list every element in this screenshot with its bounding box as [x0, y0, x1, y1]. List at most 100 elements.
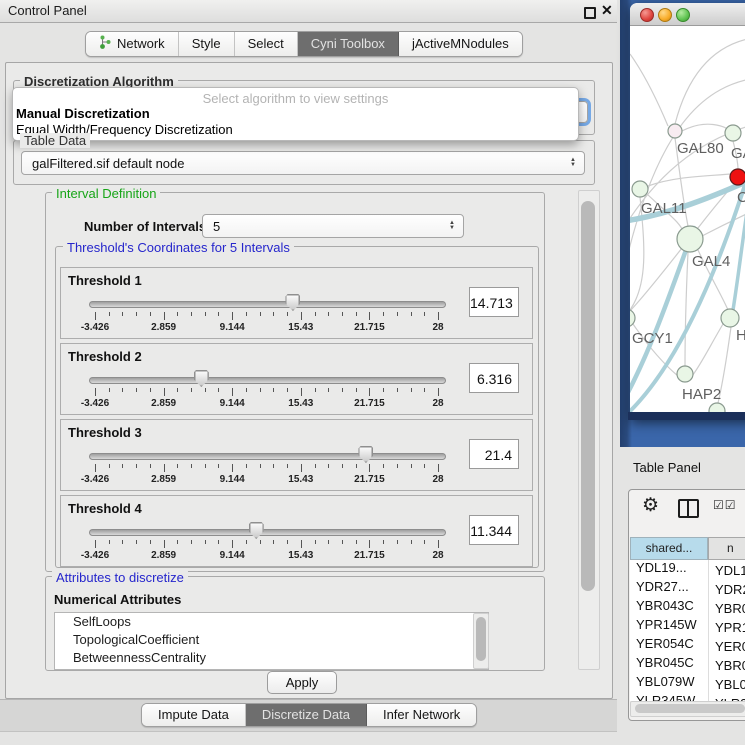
- tick-label: 21.715: [341, 550, 397, 561]
- table-row[interactable]: YLR345WYLR3: [630, 693, 745, 701]
- tab-label: Style: [192, 36, 221, 51]
- tick-label: 28: [410, 322, 466, 333]
- tick-label: 9.144: [204, 474, 260, 485]
- network-window-titlebar: [630, 3, 745, 26]
- node-label-gal80: GAL80: [677, 140, 724, 157]
- slider-thumb[interactable]: [285, 294, 300, 311]
- panel-scrollbar-thumb[interactable]: [581, 201, 595, 591]
- table-row[interactable]: YER054CYER0: [630, 636, 745, 655]
- dropdown-option-manual-discretization[interactable]: Manual Discretization: [16, 106, 150, 121]
- panel-scrollbar-track[interactable]: [578, 190, 600, 670]
- slider-track[interactable]: [89, 529, 446, 536]
- threshold-value-field[interactable]: 6.316: [469, 363, 519, 393]
- slider-track[interactable]: [89, 377, 446, 384]
- interval-definition-title: Interval Definition: [52, 186, 160, 201]
- tick-label: 21.715: [341, 474, 397, 485]
- table-panel-title: Table Panel: [633, 460, 701, 475]
- network-node[interactable]: [709, 403, 725, 412]
- threshold-value-field[interactable]: 11.344: [469, 515, 519, 545]
- tab-impute-data[interactable]: Impute Data: [142, 704, 246, 726]
- tab-label: Cyni Toolbox: [311, 36, 385, 51]
- cell-name: YBL0: [710, 677, 745, 692]
- table-rows: YDL19...YDL1YDR27...YDR2YBR043CYBR0YPR14…: [630, 560, 745, 701]
- table-data-combobox[interactable]: galFiltered.sif default node ▲▼: [21, 151, 585, 175]
- table-data-value: galFiltered.sif default node: [32, 156, 184, 171]
- threshold-value-field[interactable]: 21.4: [469, 439, 519, 469]
- node-label-c: C: [737, 189, 745, 206]
- list-item-betweennesscentrality[interactable]: BetweennessCentrality: [55, 649, 488, 667]
- network-node[interactable]: [677, 226, 703, 252]
- network-node[interactable]: [721, 309, 739, 327]
- list-scrollbar-thumb[interactable]: [476, 617, 486, 661]
- slider-thumb[interactable]: [249, 522, 264, 539]
- table-row[interactable]: YDL19...YDL1: [630, 560, 745, 579]
- column-header-shared-name[interactable]: shared...: [630, 537, 708, 560]
- network-node[interactable]: [632, 181, 648, 197]
- close-traffic-light-icon[interactable]: [640, 8, 654, 22]
- table-hscrollbar-track[interactable]: [630, 701, 745, 717]
- float-window-icon[interactable]: [584, 7, 596, 19]
- numerical-attributes-list[interactable]: SelfLoopsTopologicalCoefficientBetweenne…: [54, 612, 489, 670]
- select-columns-icon[interactable]: ☑☑: [713, 498, 737, 512]
- slider-track[interactable]: [89, 453, 446, 460]
- table-row[interactable]: YDR27...YDR2: [630, 579, 745, 598]
- cell-shared-name: YLR345W: [630, 693, 710, 701]
- cell-name: YER0: [710, 639, 745, 654]
- table-row[interactable]: YBL079WYBL0: [630, 674, 745, 693]
- attributes-title: Attributes to discretize: [52, 570, 188, 585]
- table-hscrollbar-thumb[interactable]: [635, 704, 745, 713]
- cell-name: YBR0: [710, 601, 745, 616]
- node-label-ga: GA: [731, 145, 745, 162]
- threshold-3-box: Threshold 3-3.4262.8599.14415.4321.71528…: [60, 419, 533, 491]
- tab-select[interactable]: Select: [235, 32, 298, 56]
- table-row[interactable]: YPR145WYPR1: [630, 617, 745, 636]
- tick-label: 21.715: [341, 398, 397, 409]
- network-window-bottom-edge: [628, 412, 745, 420]
- table-data-title: Table Data: [20, 133, 90, 148]
- tick-label: 2.859: [136, 550, 192, 561]
- cell-name: YDR2: [710, 582, 745, 597]
- list-scrollbar-track[interactable]: [473, 613, 489, 669]
- node-label-gal11: GAL11: [641, 200, 687, 217]
- bottom-tab-bar: Impute DataDiscretize DataInfer Network: [141, 703, 477, 727]
- zoom-traffic-light-icon[interactable]: [676, 8, 690, 22]
- num-intervals-combobox[interactable]: 5 ▲▼: [202, 214, 464, 238]
- numerical-attributes-label: Numerical Attributes: [54, 592, 181, 607]
- tab-infer-network[interactable]: Infer Network: [367, 704, 476, 726]
- list-item-topologicalcoefficient[interactable]: TopologicalCoefficient: [55, 631, 488, 649]
- network-node-selected[interactable]: [730, 169, 745, 185]
- column-header-name[interactable]: n: [708, 537, 745, 560]
- tab-discretize-data[interactable]: Discretize Data: [246, 704, 367, 726]
- network-canvas[interactable]: GAL80GACGAL11GAL4GCY1HHAP2: [630, 26, 745, 412]
- slider-thumb[interactable]: [358, 446, 373, 463]
- apply-button[interactable]: Apply: [267, 671, 337, 694]
- slider-track[interactable]: [89, 301, 446, 308]
- close-icon[interactable]: ✕: [601, 2, 613, 19]
- tab-network[interactable]: Network: [86, 32, 179, 56]
- tab-cyni-toolbox[interactable]: Cyni Toolbox: [298, 32, 399, 56]
- tab-jactivemnodules[interactable]: jActiveMNodules: [399, 32, 522, 56]
- panel-title: Control Panel: [8, 3, 87, 18]
- tick-label: 15.43: [273, 322, 329, 333]
- gear-icon[interactable]: ⚙: [642, 494, 659, 517]
- threshold-value-field[interactable]: 14.713: [469, 287, 519, 317]
- table-row[interactable]: YBR045CYBR0: [630, 655, 745, 674]
- split-panel-icon[interactable]: [678, 499, 699, 518]
- tick-label: -3.426: [67, 322, 123, 333]
- tick-label: 9.144: [204, 322, 260, 333]
- network-node[interactable]: [725, 125, 741, 141]
- network-node[interactable]: [630, 309, 635, 327]
- cell-shared-name: YBR045C: [630, 655, 710, 670]
- network-node[interactable]: [677, 366, 693, 382]
- tab-label: jActiveMNodules: [412, 36, 509, 51]
- list-item-selfloops[interactable]: SelfLoops: [55, 613, 488, 631]
- node-label-gcy1: GCY1: [632, 330, 673, 347]
- tick-label: -3.426: [67, 550, 123, 561]
- tick-label: 2.859: [136, 474, 192, 485]
- minimize-traffic-light-icon[interactable]: [658, 8, 672, 22]
- tab-style[interactable]: Style: [179, 32, 235, 56]
- slider-thumb[interactable]: [194, 370, 209, 387]
- table-row[interactable]: YBR043CYBR0: [630, 598, 745, 617]
- network-node[interactable]: [668, 124, 682, 138]
- node-label-h: H: [736, 327, 745, 344]
